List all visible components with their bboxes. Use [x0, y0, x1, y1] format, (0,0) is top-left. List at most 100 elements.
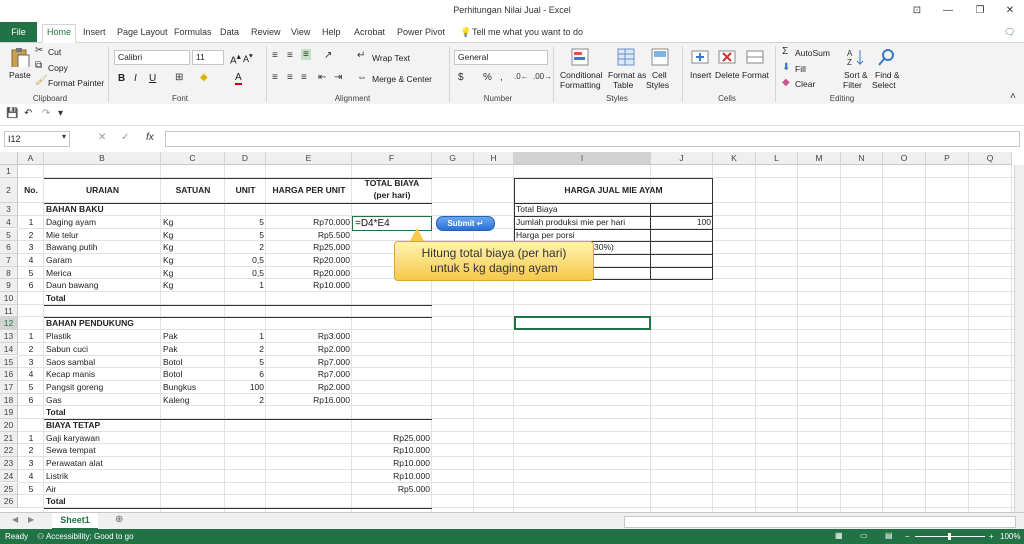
zoom-level[interactable]: 100%	[1000, 532, 1020, 541]
autosum-button[interactable]: AutoSum	[795, 48, 830, 58]
row-header-6[interactable]: 6	[0, 241, 18, 254]
align-bottom-icon[interactable]: ≡	[301, 49, 311, 60]
sheet-tab-sheet1[interactable]: Sheet1	[52, 513, 98, 530]
redo-icon[interactable]: ↷	[42, 108, 50, 119]
font-size-select[interactable]: 11	[192, 50, 224, 65]
number-format-select[interactable]: General	[454, 50, 548, 65]
tab-insert[interactable]: Insert	[79, 25, 110, 41]
tab-acrobat[interactable]: Acrobat	[350, 25, 389, 41]
column-header-F[interactable]: F	[352, 152, 432, 165]
insert-button[interactable]: Insert	[690, 70, 711, 80]
row-header-9[interactable]: 9	[0, 279, 18, 292]
tab-file[interactable]: File	[0, 22, 37, 42]
fill-color-icon[interactable]: ◆	[200, 72, 208, 83]
column-header-K[interactable]: K	[713, 152, 756, 165]
row-header-15[interactable]: 15	[0, 355, 18, 369]
font-name-select[interactable]: Calibri	[114, 50, 190, 65]
wrap-text-button[interactable]: Wrap Text	[372, 53, 410, 63]
row-header-16[interactable]: 16	[0, 368, 18, 381]
vertical-scrollbar[interactable]	[1014, 165, 1024, 512]
undo-icon[interactable]: ↶	[24, 108, 32, 119]
insert-function-icon[interactable]: fx	[146, 132, 154, 143]
tab-help[interactable]: Help	[318, 25, 345, 41]
italic-button[interactable]: I	[134, 73, 137, 84]
row-header-13[interactable]: 13	[0, 330, 18, 343]
row-header-8[interactable]: 8	[0, 266, 18, 280]
normal-view-icon[interactable]: ▦	[835, 531, 843, 540]
align-left-icon[interactable]: ≡	[272, 72, 278, 83]
copy-button[interactable]: Copy	[48, 63, 68, 73]
column-header-P[interactable]: P	[926, 152, 969, 165]
format-painter-button[interactable]: Format Painter	[48, 78, 104, 88]
prev-sheet-icon[interactable]: ◀	[12, 515, 18, 524]
accessibility-status[interactable]: ⚇ Accessibility: Good to go	[37, 532, 134, 541]
minimize-button[interactable]: —	[940, 3, 956, 19]
percent-icon[interactable]: %	[483, 72, 492, 83]
enter-icon[interactable]: ✓	[121, 132, 129, 143]
customize-toolbar-icon[interactable]: ▾	[58, 108, 63, 119]
close-button[interactable]: ✕	[1002, 3, 1018, 19]
column-header-E[interactable]: E	[266, 152, 352, 165]
row-header-11[interactable]: 11	[0, 304, 18, 318]
column-header-J[interactable]: J	[651, 152, 713, 165]
column-header-G[interactable]: G	[432, 152, 474, 165]
next-sheet-icon[interactable]: ▶	[28, 515, 34, 524]
add-sheet-icon[interactable]: ⊕	[115, 514, 123, 525]
column-header-M[interactable]: M	[798, 152, 841, 165]
orientation-icon[interactable]: ↗	[324, 50, 332, 61]
row-header-26[interactable]: 26	[0, 495, 18, 508]
grow-font-icon[interactable]: A▴	[230, 51, 241, 66]
tab-formulas[interactable]: Formulas	[170, 25, 216, 41]
row-header-2[interactable]: 2	[0, 177, 18, 204]
horizontal-scrollbar[interactable]	[624, 516, 1016, 528]
row-header-22[interactable]: 22	[0, 444, 18, 458]
row-header-14[interactable]: 14	[0, 342, 18, 356]
page-break-view-icon[interactable]: ▤	[885, 531, 893, 540]
align-right-icon[interactable]: ≡	[301, 72, 307, 83]
tab-power-pivot[interactable]: Power Pivot	[393, 25, 449, 41]
column-header-C[interactable]: C	[161, 152, 225, 165]
row-header-24[interactable]: 24	[0, 469, 18, 483]
merge-center-button[interactable]: Merge & Center	[372, 74, 432, 84]
row-header-20[interactable]: 20	[0, 419, 18, 432]
row-header-18[interactable]: 18	[0, 393, 18, 407]
ribbon-display-icon[interactable]: ⊡	[909, 3, 925, 19]
collapse-ribbon-icon[interactable]: ˄	[1010, 91, 1016, 102]
decrease-decimal-icon[interactable]: .00→	[533, 72, 552, 81]
sort-filter-button[interactable]: Sort &	[844, 70, 868, 80]
formula-input[interactable]	[165, 131, 1020, 147]
row-header-19[interactable]: 19	[0, 406, 18, 419]
save-icon[interactable]: 💾	[6, 108, 18, 119]
clear-button[interactable]: Clear	[795, 79, 815, 89]
cut-button[interactable]: Cut	[48, 47, 61, 57]
row-header-21[interactable]: 21	[0, 431, 18, 445]
row-header-17[interactable]: 17	[0, 380, 18, 394]
column-header-A[interactable]: A	[18, 152, 44, 165]
row-header-5[interactable]: 5	[0, 228, 18, 242]
zoom-slider-thumb[interactable]	[948, 533, 951, 540]
font-color-icon[interactable]: A	[235, 72, 242, 85]
paste-icon[interactable]	[9, 47, 31, 67]
row-header-7[interactable]: 7	[0, 253, 18, 267]
tell-me-search[interactable]: Tell me what you want to do	[468, 25, 587, 41]
name-box[interactable]: I12	[4, 131, 70, 147]
tab-page-layout[interactable]: Page Layout	[113, 25, 172, 41]
align-center-icon[interactable]: ≡	[287, 72, 293, 83]
row-header-25[interactable]: 25	[0, 482, 18, 496]
column-header-O[interactable]: O	[883, 152, 926, 165]
comment-icon[interactable]: 🗨	[1000, 25, 1019, 41]
column-header-D[interactable]: D	[225, 152, 266, 165]
zoom-out-icon[interactable]: −	[905, 532, 910, 541]
accounting-icon[interactable]: $	[458, 72, 464, 83]
row-header-10[interactable]: 10	[0, 292, 18, 305]
shrink-font-icon[interactable]: A▾	[243, 51, 253, 64]
row-header-4[interactable]: 4	[0, 215, 18, 229]
tab-review[interactable]: Review	[247, 25, 285, 41]
tab-data[interactable]: Data	[216, 25, 243, 41]
restore-button[interactable]: ❐	[972, 3, 988, 19]
comma-icon[interactable]: ,	[500, 72, 503, 83]
column-header-I[interactable]: I	[514, 152, 651, 165]
paste-button[interactable]: Paste	[9, 70, 31, 80]
fill-button[interactable]: Fill	[795, 64, 806, 74]
worksheet-grid[interactable]: A B C D E F G H I J K L M N O P Q 1 2 3 4 5 6 7 8 9 10 11 12 13 14 15 16…	[0, 152, 1024, 512]
